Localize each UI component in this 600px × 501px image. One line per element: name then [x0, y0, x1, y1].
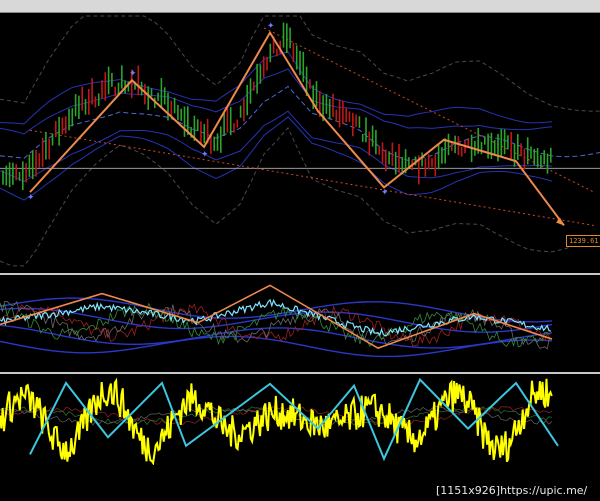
- watermark-text: [1151x926]https://upic.me/: [436, 484, 588, 497]
- chart-window: ✦ ✦ ✦ ✦ ✦ 1239.61 [1151x926]https://upic.me/: [0, 0, 600, 501]
- zigzag-arrowhead: [556, 217, 564, 226]
- panel-separator[interactable]: [0, 273, 600, 275]
- pivot-marker-icon: ✦: [27, 193, 35, 203]
- momentum-panel[interactable]: [0, 375, 600, 465]
- trend-line: [29, 129, 595, 226]
- price-panel[interactable]: ✦ ✦ ✦ ✦ ✦: [0, 12, 600, 274]
- price-chart: ✦ ✦ ✦ ✦ ✦: [0, 15, 600, 267]
- oscillator-chart: [0, 284, 553, 358]
- bollinger-band-line: [0, 116, 553, 201]
- pivot-marker-icon: ✦: [129, 69, 137, 79]
- moving-average-line: [0, 85, 600, 161]
- panel-separator[interactable]: [0, 372, 600, 374]
- momentum-yellow-line: [0, 377, 553, 465]
- momentum-chart: [0, 377, 559, 465]
- oscillator-noise-line: [0, 300, 550, 350]
- price-tag: 1239.61: [566, 235, 600, 247]
- pivot-marker-icon: ✦: [267, 22, 275, 32]
- pivot-marker-icon: ✦: [201, 150, 209, 160]
- lower-envelope-line: [0, 127, 600, 267]
- oscillator-panel[interactable]: [0, 277, 600, 372]
- pivot-marker-icon: ✦: [381, 188, 389, 198]
